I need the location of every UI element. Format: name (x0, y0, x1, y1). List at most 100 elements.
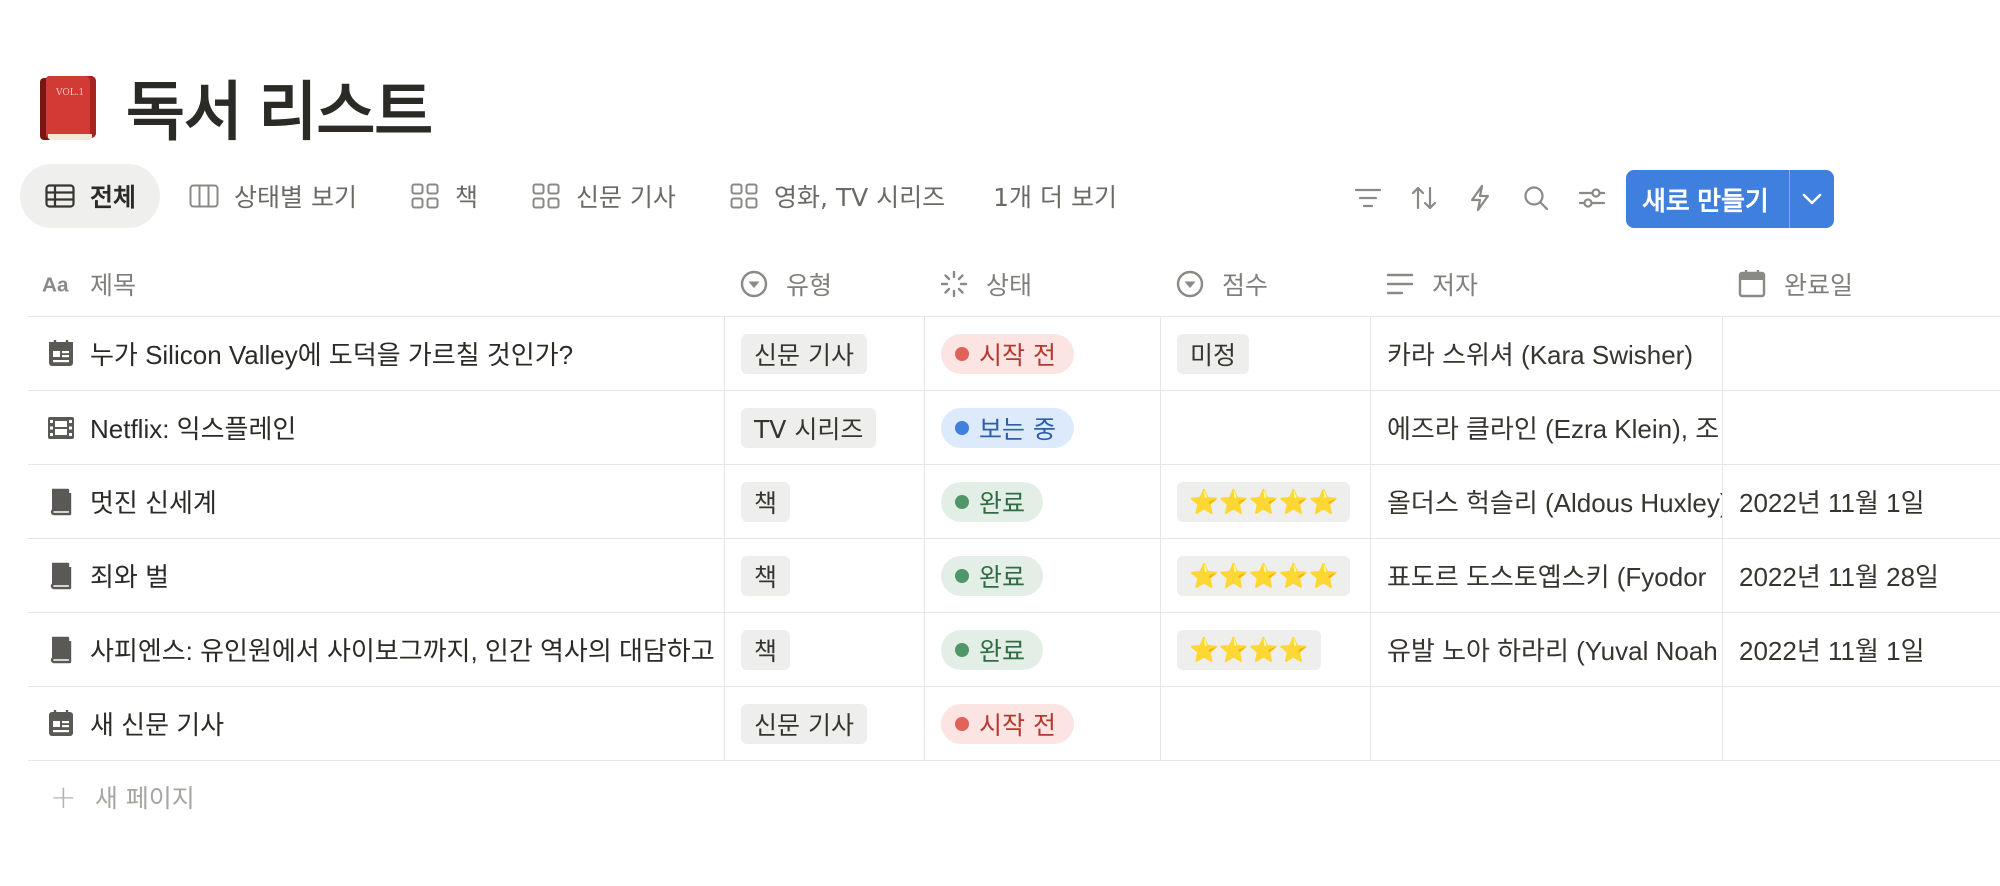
article-icon (46, 709, 76, 739)
status-cell[interactable]: 완료 (924, 539, 1160, 612)
score-cell[interactable]: ⭐⭐⭐⭐⭐ (1160, 539, 1370, 612)
author-text: 카라 스위셔 (Kara Swisher) (1387, 340, 1693, 370)
type-cell[interactable]: 책 (724, 539, 924, 612)
author-cell[interactable]: 표도르 도스토옙스키 (Fyodor (1370, 539, 1722, 612)
sort-icon[interactable] (1396, 170, 1452, 226)
row-title: Netflix: 익스플레인 (90, 414, 297, 444)
status-cell[interactable]: 시작 전 (924, 317, 1160, 390)
score-cell[interactable]: ⭐⭐⭐⭐ (1160, 613, 1370, 686)
score-cell[interactable]: ⭐⭐⭐⭐⭐ (1160, 465, 1370, 538)
tab-more-views[interactable]: 1개 더 보기 (973, 164, 1141, 228)
gallery-icon (409, 182, 441, 210)
type-tag: 신문 기사 (741, 703, 867, 744)
title-cell[interactable]: 죄와 벌 (28, 539, 724, 612)
author-cell[interactable]: 에즈라 클라인 (Ezra Klein), 조 (1370, 391, 1722, 464)
status-dot (955, 494, 969, 509)
star-rating: ⭐⭐⭐⭐⭐ (1177, 555, 1351, 596)
tab-books[interactable]: 책 (385, 164, 502, 228)
type-cell[interactable]: 신문 기사 (724, 317, 924, 390)
column-header-status[interactable]: 상태 (924, 252, 1160, 316)
tab-label: 전체 (90, 183, 137, 212)
plus-icon: + (50, 778, 77, 816)
table-row[interactable]: 누가 Silicon Valley에 도덕을 가르칠 것인가? 신문 기사 시작… (28, 317, 2000, 391)
author-cell[interactable]: 올더스 헉슬리 (Aldous Huxley) (1370, 465, 1722, 538)
author-text: 유발 노아 하라리 (Yuval Noah (1387, 636, 1718, 666)
title-cell[interactable]: 누가 Silicon Valley에 도덕을 가르칠 것인가? (28, 317, 724, 390)
article-icon (46, 339, 76, 369)
title-cell[interactable]: 사피엔스: 유인원에서 사이보그까지, 인간 역사의 대담하고 (28, 613, 724, 686)
select-icon (738, 268, 770, 300)
status-badge: 완료 (941, 481, 1044, 522)
row-title: 누가 Silicon Valley에 도덕을 가르칠 것인가? (90, 340, 574, 370)
settings-icon[interactable] (1564, 170, 1620, 226)
date-cell[interactable]: 2022년 11월 28일 (1722, 539, 2000, 612)
author-cell[interactable]: 카라 스위셔 (Kara Swisher) (1370, 317, 1722, 390)
table-row[interactable]: 멋진 신세계 책 완료 ⭐⭐⭐⭐⭐ 올더스 헉슬리 (Aldous Huxley… (28, 465, 2000, 539)
column-header-completed-date[interactable]: 완료일 (1722, 252, 2000, 316)
status-cell[interactable]: 보는 중 (924, 391, 1160, 464)
book-emoji-icon[interactable]: VOL.1 (40, 72, 98, 142)
score-tag: 미정 (1177, 333, 1250, 374)
automation-icon[interactable] (1452, 170, 1508, 226)
calendar-icon (1736, 268, 1768, 300)
row-title: 사피엔스: 유인원에서 사이보그까지, 인간 역사의 대담하고 (90, 636, 715, 666)
column-header-score[interactable]: 점수 (1160, 252, 1370, 316)
title-icon: Aa (42, 268, 74, 300)
date-cell[interactable] (1722, 317, 2000, 390)
column-header-author[interactable]: 저자 (1370, 252, 1722, 316)
score-cell[interactable]: 미정 (1160, 317, 1370, 390)
score-cell[interactable] (1160, 687, 1370, 760)
filter-icon[interactable] (1340, 170, 1396, 226)
new-button-group: 새로 만들기 (1626, 170, 1834, 228)
table-row[interactable]: 사피엔스: 유인원에서 사이보그까지, 인간 역사의 대담하고 책 완료 ⭐⭐⭐… (28, 613, 2000, 687)
status-icon (938, 268, 970, 300)
title-cell[interactable]: 새 신문 기사 (28, 687, 724, 760)
table-row[interactable]: 죄와 벌 책 완료 ⭐⭐⭐⭐⭐ 표도르 도스토옙스키 (Fyodor 2022년… (28, 539, 2000, 613)
column-header-title[interactable]: Aa 제목 (28, 252, 724, 316)
type-cell[interactable]: 신문 기사 (724, 687, 924, 760)
svg-text:Aa: Aa (42, 274, 69, 296)
tab-all[interactable]: 전체 (20, 164, 161, 228)
row-title: 죄와 벌 (90, 562, 169, 592)
date-cell[interactable]: 2022년 11월 1일 (1722, 465, 2000, 538)
status-cell[interactable]: 시작 전 (924, 687, 1160, 760)
table-header: Aa 제목 유형 상태 점수 저자 완료일 (28, 252, 2000, 317)
author-cell[interactable] (1370, 687, 1722, 760)
page-header: VOL.1 독서 리스트 (40, 61, 433, 153)
author-text: 에즈라 클라인 (Ezra Klein), 조 (1387, 414, 1720, 444)
new-button[interactable]: 새로 만들기 (1626, 170, 1789, 228)
title-cell[interactable]: 멋진 신세계 (28, 465, 724, 538)
author-cell[interactable]: 유발 노아 하라리 (Yuval Noah (1370, 613, 1722, 686)
column-header-type[interactable]: 유형 (724, 252, 924, 316)
type-tag: 책 (741, 629, 791, 670)
author-text: 표도르 도스토옙스키 (Fyodor (1387, 562, 1707, 592)
type-cell[interactable]: 책 (724, 613, 924, 686)
date-text: 2022년 11월 1일 (1739, 636, 1925, 666)
score-cell[interactable] (1160, 391, 1370, 464)
type-cell[interactable]: 책 (724, 465, 924, 538)
status-cell[interactable]: 완료 (924, 465, 1160, 538)
tab-by-status[interactable]: 상태별 보기 (164, 164, 381, 228)
author-text: 올더스 헉슬리 (Aldous Huxley) (1387, 488, 1722, 518)
film-icon (46, 413, 76, 443)
search-icon[interactable] (1508, 170, 1564, 226)
status-cell[interactable]: 완료 (924, 613, 1160, 686)
type-cell[interactable]: TV 시리즈 (724, 391, 924, 464)
new-dropdown-button[interactable] (1788, 170, 1834, 228)
table-row[interactable]: 새 신문 기사 신문 기사 시작 전 (28, 687, 2000, 761)
status-dot (955, 716, 969, 731)
add-new-page-button[interactable]: + 새 페이지 (28, 761, 2000, 833)
date-cell[interactable] (1722, 391, 2000, 464)
title-cell[interactable]: Netflix: 익스플레인 (28, 391, 724, 464)
tab-label: 책 (454, 183, 478, 212)
chevron-down-icon (1802, 193, 1822, 205)
table-row[interactable]: Netflix: 익스플레인 TV 시리즈 보는 중 에즈라 클라인 (Ezra… (28, 391, 2000, 465)
database-toolbar (1340, 170, 1620, 226)
database-table: Aa 제목 유형 상태 점수 저자 완료일 누가 Silicon Valley에… (28, 252, 2000, 833)
table-icon (44, 182, 76, 210)
tab-movies-tv[interactable]: 영화, TV 시리즈 (704, 164, 969, 228)
date-cell[interactable]: 2022년 11월 1일 (1722, 613, 2000, 686)
date-cell[interactable] (1722, 687, 2000, 760)
tab-articles[interactable]: 신문 기사 (506, 164, 700, 228)
page-title[interactable]: 독서 리스트 (126, 61, 433, 153)
